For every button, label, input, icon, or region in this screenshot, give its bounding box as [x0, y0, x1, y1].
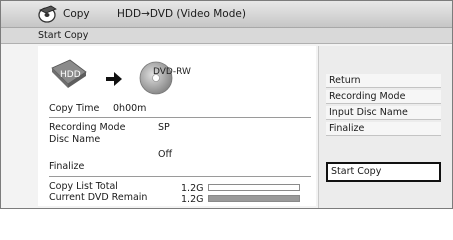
- menu-item-return[interactable]: Return: [326, 74, 441, 88]
- finalize-label: Finalize: [49, 161, 85, 172]
- divider: [49, 117, 311, 118]
- menu-item-input-disc-name[interactable]: Input Disc Name: [326, 106, 441, 120]
- recording-mode-value: SP: [158, 122, 170, 133]
- header-mode: HDD→DVD (Video Mode): [117, 8, 246, 20]
- copy-list-total-bar: [208, 184, 300, 191]
- dvd-recorder-icon: [38, 5, 57, 23]
- current-dvd-remain-value: 1.2G: [181, 194, 204, 205]
- copy-time-value: 0h00m: [113, 103, 147, 114]
- dvd-disc-icon: [139, 61, 173, 95]
- copy-info-panel: HDD DVD-RW Copy Time 0h00m Recording Mod…: [38, 46, 316, 206]
- copy-screen: Copy HDD→DVD (Video Mode) Start Copy HDD…: [0, 0, 453, 209]
- menu-item-finalize[interactable]: Finalize: [326, 122, 441, 136]
- copy-list-total-value: 1.2G: [181, 183, 204, 194]
- destination-label: DVD-RW: [153, 67, 191, 77]
- source-label: HDD: [60, 70, 81, 80]
- current-dvd-remain-bar: [208, 195, 300, 202]
- action-menu: Return Recording Mode Input Disc Name Fi…: [318, 46, 452, 208]
- subheader-bar: Start Copy: [1, 28, 452, 44]
- arrow-right-icon: [106, 72, 122, 86]
- disc-name-label: Disc Name: [49, 134, 101, 145]
- header-title: Copy: [63, 8, 90, 20]
- menu-item-recording-mode[interactable]: Recording Mode: [326, 90, 441, 104]
- header-bar: Copy HDD→DVD (Video Mode): [1, 1, 452, 28]
- copy-list-total-label: Copy List Total: [49, 181, 118, 192]
- finalize-value: Off: [158, 149, 173, 160]
- start-copy-button[interactable]: Start Copy: [326, 162, 441, 182]
- recording-mode-label: Recording Mode: [49, 122, 126, 133]
- current-dvd-remain-label: Current DVD Remain: [49, 192, 148, 203]
- divider: [49, 176, 311, 177]
- subheader-title: Start Copy: [38, 30, 89, 41]
- copy-time-label: Copy Time: [49, 103, 100, 114]
